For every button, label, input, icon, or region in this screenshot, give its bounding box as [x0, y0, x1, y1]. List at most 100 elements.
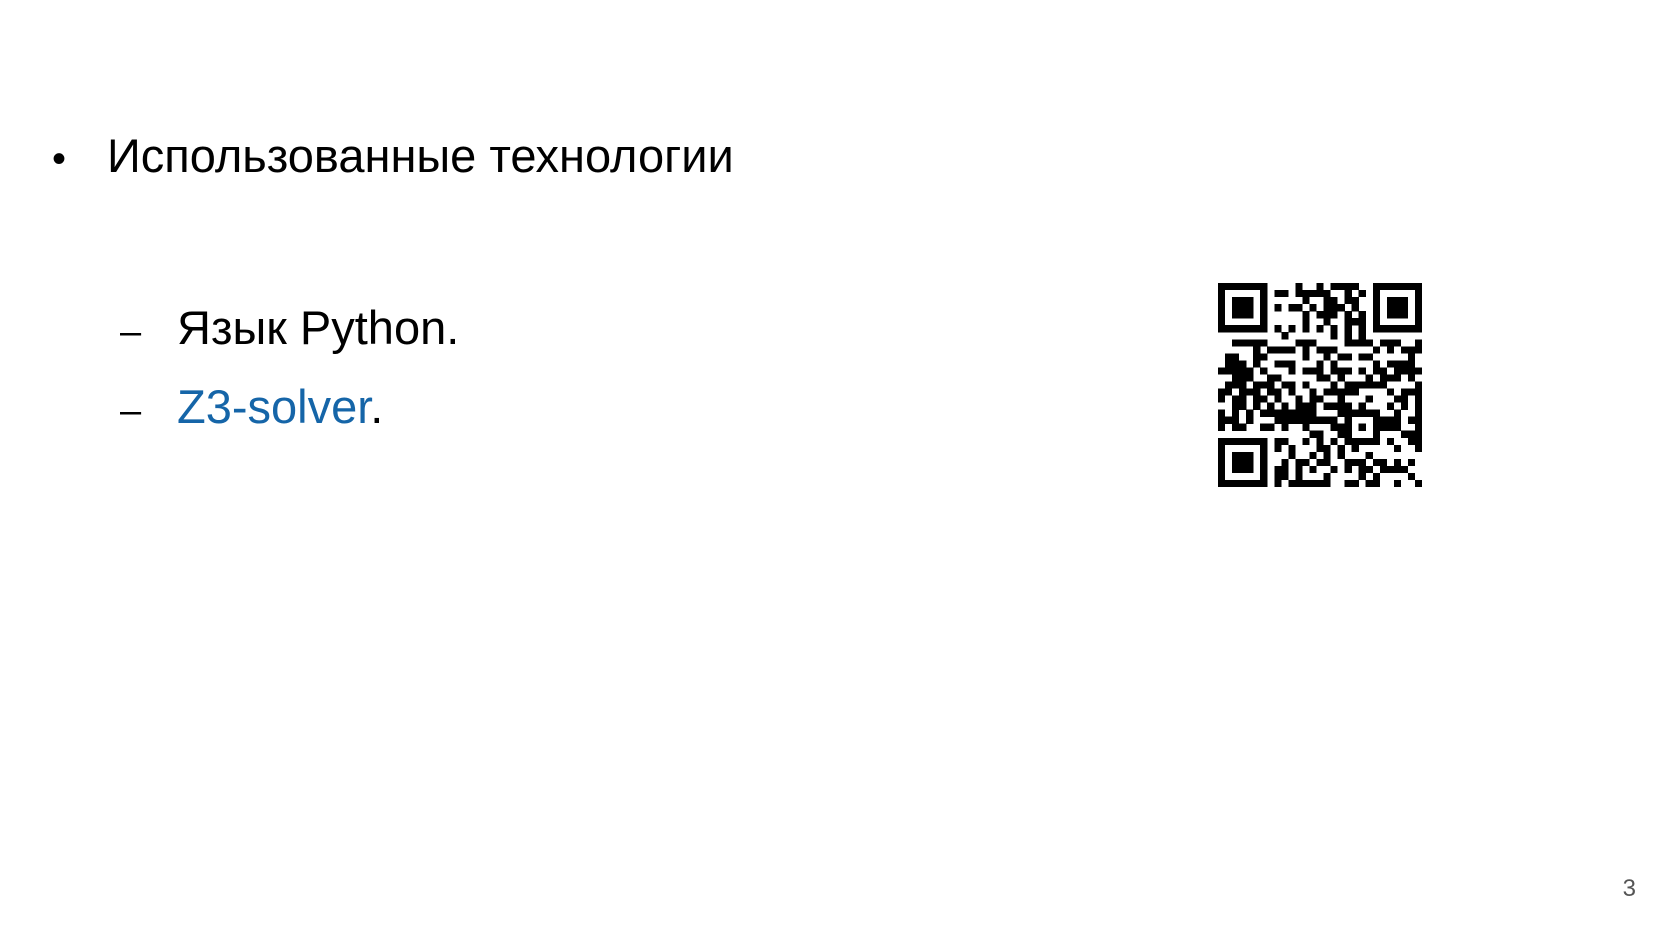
- qr-module: [1281, 472, 1289, 481]
- qr-module: [1288, 409, 1296, 417]
- qr-module: [1302, 311, 1310, 319]
- qr-module: [1225, 416, 1233, 424]
- qr-module: [1316, 374, 1324, 382]
- qr-module: [1281, 437, 1289, 445]
- qr-module: [1218, 318, 1226, 326]
- qr-module: [1309, 465, 1317, 474]
- qr-module: [1358, 465, 1366, 474]
- qr-module: [1302, 290, 1310, 298]
- qr-module: [1414, 367, 1422, 375]
- qr-module: [1337, 353, 1345, 361]
- qr-module: [1246, 458, 1254, 467]
- qr-module: [1302, 297, 1310, 305]
- qr-module: [1365, 353, 1373, 361]
- qr-module: [1316, 360, 1324, 368]
- qr-module: [1372, 423, 1380, 431]
- qr-module: [1407, 458, 1416, 467]
- qr-module: [1246, 297, 1254, 305]
- qr-module: [1372, 479, 1380, 487]
- qr-module: [1260, 479, 1268, 487]
- qr-module: [1246, 304, 1254, 312]
- qr-module: [1218, 458, 1226, 467]
- qr-module: [1232, 283, 1240, 291]
- qr-module: [1218, 437, 1226, 445]
- qr-module: [1267, 388, 1275, 396]
- qr-module: [1288, 346, 1296, 354]
- sub-item-text: Язык Python.: [177, 301, 460, 354]
- qr-module: [1372, 318, 1380, 326]
- qr-module: [1232, 416, 1240, 424]
- qr-module: [1239, 395, 1247, 403]
- qr-module: [1358, 381, 1366, 389]
- qr-module: [1218, 395, 1226, 403]
- z3-solver-link[interactable]: Z3-solver: [177, 380, 370, 433]
- qr-module: [1379, 339, 1387, 347]
- qr-module: [1323, 458, 1331, 467]
- qr-module: [1267, 402, 1275, 410]
- qr-module: [1239, 381, 1247, 389]
- qr-module: [1302, 458, 1310, 467]
- qr-module: [1218, 409, 1226, 417]
- qr-module: [1344, 479, 1352, 487]
- qr-module: [1407, 283, 1416, 291]
- qr-module: [1274, 374, 1282, 382]
- qr-module: [1246, 388, 1254, 396]
- qr-module: [1260, 444, 1268, 452]
- qr-module: [1407, 416, 1416, 424]
- qr-module: [1330, 416, 1338, 424]
- qr-module: [1337, 402, 1345, 410]
- dash-marker: –: [120, 311, 142, 353]
- qr-module: [1330, 402, 1338, 410]
- qr-module: [1260, 283, 1268, 291]
- qr-module: [1330, 283, 1338, 291]
- qr-module: [1372, 290, 1380, 298]
- qr-module: [1386, 297, 1395, 305]
- qr-module: [1225, 325, 1233, 333]
- qr-module: [1358, 311, 1366, 319]
- qr-module: [1316, 444, 1324, 452]
- qr-module: [1260, 451, 1268, 460]
- qr-module: [1414, 304, 1422, 312]
- qr-module: [1365, 339, 1373, 347]
- qr-module: [1344, 409, 1352, 417]
- qr-module: [1260, 395, 1268, 403]
- qr-module: [1260, 311, 1268, 319]
- qr-module: [1393, 458, 1402, 467]
- qr-module: [1372, 409, 1380, 417]
- qr-module: [1232, 437, 1240, 445]
- qr-module: [1358, 409, 1366, 417]
- qr-module: [1295, 472, 1303, 481]
- qr-module: [1393, 297, 1402, 305]
- qr-module: [1414, 318, 1422, 326]
- qr-module: [1225, 437, 1233, 445]
- qr-module: [1316, 479, 1324, 487]
- qr-module: [1386, 311, 1395, 319]
- qr-module: [1400, 304, 1409, 312]
- qr-module: [1414, 297, 1422, 305]
- qr-module: [1239, 388, 1247, 396]
- qr-module: [1414, 430, 1422, 438]
- qr-module: [1232, 311, 1240, 319]
- qr-module: [1295, 402, 1303, 410]
- qr-module: [1246, 311, 1254, 319]
- qr-module: [1309, 367, 1317, 375]
- qr-module: [1288, 388, 1296, 396]
- qr-module: [1407, 353, 1416, 361]
- qr-module: [1281, 360, 1289, 368]
- qr-module: [1393, 409, 1402, 417]
- qr-module: [1344, 318, 1352, 326]
- qr-module: [1281, 465, 1289, 474]
- qr-module: [1372, 297, 1380, 305]
- qr-module: [1302, 318, 1310, 326]
- qr-module: [1323, 311, 1331, 319]
- qr-module: [1365, 409, 1373, 417]
- qr-module: [1239, 339, 1247, 347]
- qr-module: [1232, 479, 1240, 487]
- qr-module: [1414, 409, 1422, 417]
- bullet-marker: •: [52, 137, 67, 181]
- qr-module: [1253, 339, 1261, 347]
- qr-module: [1400, 388, 1409, 396]
- qr-module: [1316, 437, 1324, 445]
- qr-module: [1281, 332, 1289, 340]
- qr-module: [1295, 465, 1303, 474]
